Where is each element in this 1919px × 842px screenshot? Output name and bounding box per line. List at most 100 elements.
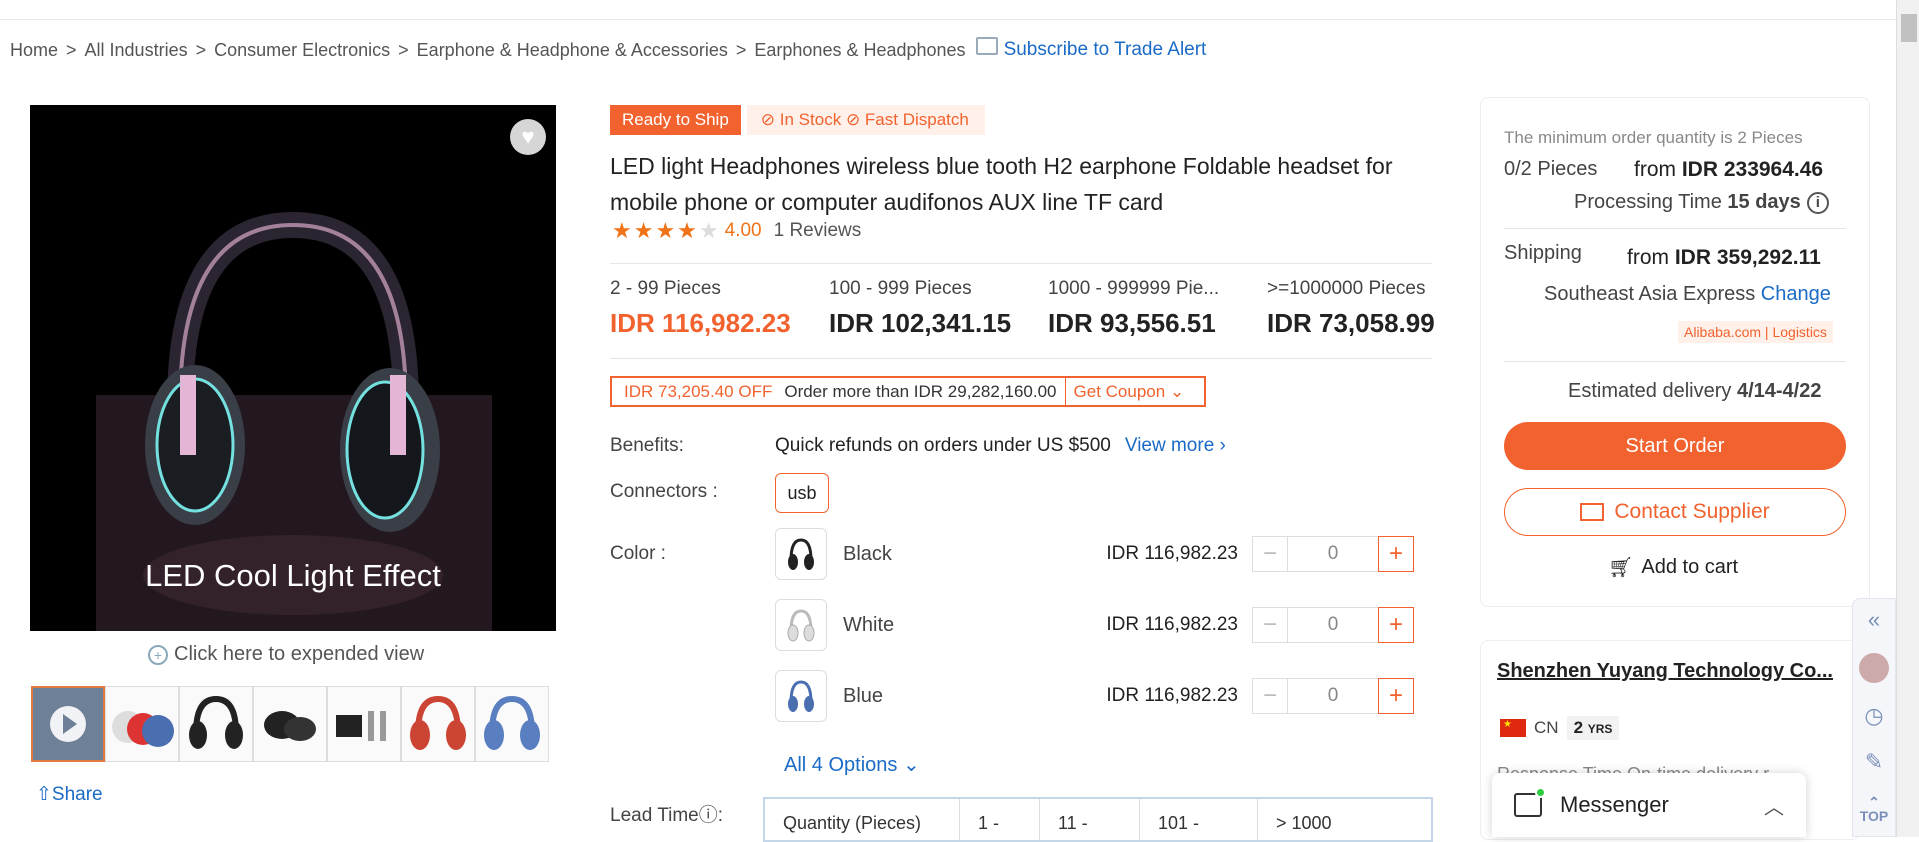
quantity-input[interactable]: 0 [1288,678,1378,714]
divider [610,358,1432,359]
add-to-cart-button[interactable]: 🛒︎ Add to cart [1608,555,1738,580]
messenger-bar[interactable]: Messenger ︿ [1492,773,1806,837]
color-price: IDR 116,982.23 [1106,543,1238,564]
price-tier: 2 - 99 Pieces IDR 116,982.23 [610,278,829,339]
thumbnail-image[interactable] [105,686,179,762]
info-icon[interactable]: i [1806,191,1829,214]
tier-price: IDR 116,982.23 [610,308,791,338]
ready-to-ship-badge: Ready to Ship [610,105,741,135]
divider [610,263,1432,264]
plus-button[interactable]: + [1378,607,1414,643]
processing-time: Processing Time 15 days i [1574,191,1829,214]
plus-button[interactable]: + [1378,536,1414,572]
thumbnail-strip [31,686,549,762]
thumbnail-image[interactable] [475,686,549,762]
chevron-down-icon: ⌄ [1169,381,1185,401]
color-name: Black [843,542,892,565]
minus-button[interactable]: − [1252,536,1288,572]
breadcrumb-earphones-headphones[interactable]: Earphones & Headphones [754,40,965,61]
contact-supplier-button[interactable]: Contact Supplier [1504,488,1846,536]
shipping-label: Shipping [1504,242,1582,264]
supplier-name-link[interactable]: Shenzhen Yuyang Technology Co... [1497,660,1837,683]
lead-time-table: Quantity (Pieces) 1 - 11 - 101 - > 1000 [763,797,1433,842]
mail-icon [975,37,998,55]
thumbnail-image[interactable] [327,686,401,762]
cart-icon: 🛒︎ [1608,557,1634,579]
rating-score: 4.00 [724,220,762,241]
coupon-off: IDR 73,205.40 OFF [624,381,773,401]
breadcrumb-home[interactable]: Home [10,40,58,61]
thumbnail-image[interactable] [179,686,253,762]
zoom-icon: + [148,644,168,665]
right-sidebar: « ◷ ✎ ⌃ TOP [1852,598,1896,837]
minus-button[interactable]: − [1252,678,1288,714]
tier-price: IDR 102,341.15 [829,308,1012,338]
change-shipping-link[interactable]: Change [1761,283,1831,305]
favorite-heart-icon[interactable]: ♥ [510,119,546,155]
benefits-desc: Quick refunds on orders under US $500 [775,435,1111,456]
share-link[interactable]: ⇧Share [36,783,103,806]
scrollbar-thumb[interactable] [1901,14,1917,42]
reviews-link[interactable]: 1 Reviews [774,220,862,242]
lead-time-header: Quantity (Pieces) [765,799,960,840]
badges: Ready to Ship ⊘ In Stock ⊘ Fast Dispatch [610,105,985,135]
connector-option-usb[interactable]: usb [775,473,829,513]
pieces-count: 0/2 Pieces [1504,158,1598,180]
tier-qty: >=1000000 Pieces [1267,278,1426,299]
plus-button[interactable]: + [1378,678,1414,714]
benefits-text: Quick refunds on orders under US $500 Vi… [775,435,1226,457]
thumbnail-image[interactable] [401,686,475,762]
star-rating-icon: ★★★★★ [612,218,721,243]
price-tier: 1000 - 999999 Pie... IDR 93,556.51 [1048,278,1267,339]
collapse-icon[interactable]: « [1861,607,1887,633]
quantity-stepper: − 0 + [1252,607,1414,643]
price-tier: >=1000000 Pieces IDR 73,058.99 [1267,278,1486,339]
color-row: Blue IDR 116,982.23 − 0 + [775,670,1414,722]
chevron-down-icon: ⌄ [902,754,920,776]
from-price: from IDR 233964.46 [1634,158,1824,181]
share-label: Share [51,784,103,805]
shipping-method: Southeast Asia Express Change [1544,283,1831,305]
color-thumb-blue[interactable] [775,670,827,722]
chevron-right-icon: › [1219,435,1226,456]
history-icon[interactable]: ◷ [1861,703,1887,729]
lead-time-header: > 1000 [1276,813,1332,833]
vertical-scrollbar[interactable] [1896,0,1919,837]
color-price: IDR 116,982.23 [1106,614,1238,635]
minus-button[interactable]: − [1252,607,1288,643]
quantity-input[interactable]: 0 [1288,536,1378,572]
breadcrumb-earphone-accessories[interactable]: Earphone & Headphone & Accessories [417,40,728,61]
breadcrumb-all-industries[interactable]: All Industries [85,40,188,61]
get-coupon-button[interactable]: Get Coupon ⌄ [1064,378,1205,405]
quantity-input[interactable]: 0 [1288,607,1378,643]
estimated-delivery: Estimated delivery 4/14-4/22 [1568,380,1822,402]
messenger-label: Messenger [1560,792,1669,817]
china-flag-icon [1500,719,1526,737]
expand-view-link[interactable]: + Click here to expended view [148,643,424,666]
view-more-link[interactable]: View more › [1125,435,1226,457]
product-main-image[interactable] [30,105,556,631]
feedback-icon[interactable]: ✎ [1861,749,1887,775]
breadcrumb-separator: > [398,39,409,60]
subscribe-trade-alert-link[interactable]: Subscribe to Trade Alert [1004,39,1207,61]
avatar[interactable] [1859,653,1889,683]
breadcrumb-consumer-electronics[interactable]: Consumer Electronics [214,40,390,61]
color-thumb-white[interactable] [775,599,827,651]
breadcrumb-separator: > [195,39,207,60]
rating: ★★★★★ 4.00 1 Reviews [612,218,861,244]
start-order-button[interactable]: Start Order [1504,422,1846,470]
breadcrumb-separator: > [735,39,747,60]
quantity-stepper: − 0 + [1252,678,1414,714]
headphones-image [96,211,492,631]
supplier-meta: CN 2 YRS [1500,716,1620,740]
color-thumb-black[interactable] [775,528,827,580]
back-to-top-button[interactable]: ⌃ TOP [1860,795,1889,823]
thumbnail-image[interactable] [253,686,327,762]
all-options-link[interactable]: All 4 Options ⌄ [784,752,920,777]
chevron-up-icon[interactable]: ︿ [1764,791,1784,820]
thumbnail-video[interactable] [31,686,105,762]
expand-view-label: Click here to expended view [174,643,425,665]
image-overlay-caption: LED Cool Light Effect [145,558,441,593]
tier-price: IDR 73,058.99 [1267,308,1435,338]
divider [1504,228,1846,229]
